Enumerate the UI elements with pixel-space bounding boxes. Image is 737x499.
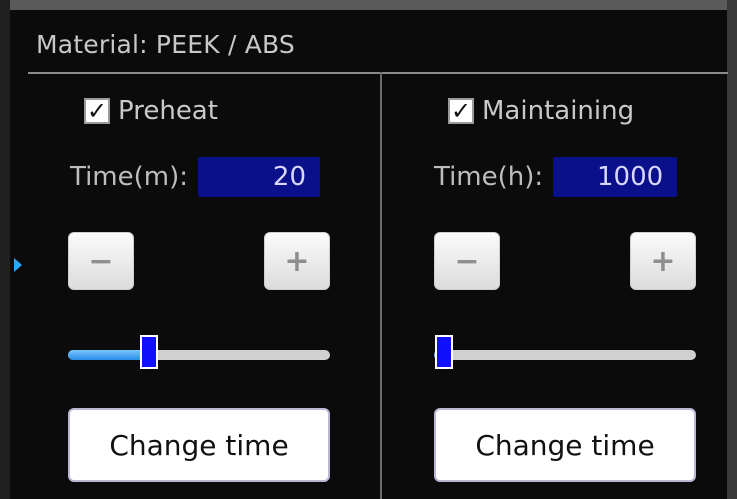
- material-title: Material: PEEK / ABS: [36, 30, 295, 59]
- minus-icon: −: [454, 243, 480, 279]
- maintaining-slider-track: [434, 350, 696, 360]
- maintaining-time-row: Time(h): 1000: [434, 157, 678, 197]
- preheat-slider[interactable]: [68, 335, 330, 369]
- preheat-slider-fill: [68, 350, 150, 360]
- checkmark-icon: ✓: [450, 97, 472, 125]
- left-gutter: [0, 0, 10, 499]
- preheat-change-time-button[interactable]: Change time: [68, 408, 330, 482]
- material-header: Material: PEEK / ABS: [28, 24, 728, 74]
- preheat-time-label: Time(m):: [70, 162, 189, 192]
- maintaining-panel: ✓ Maintaining Time(h): 1000 − + Change t…: [400, 72, 730, 499]
- maintaining-plus-button[interactable]: +: [630, 232, 696, 290]
- maintaining-slider[interactable]: [434, 335, 696, 369]
- preheat-check-row[interactable]: ✓ Preheat: [84, 96, 218, 126]
- plus-icon: +: [650, 243, 676, 279]
- window-frame: Material: PEEK / ABS ✓ Preheat Time(m): …: [0, 0, 737, 499]
- preheat-checkbox[interactable]: ✓: [84, 98, 110, 124]
- preheat-slider-thumb[interactable]: [140, 335, 159, 369]
- checkmark-icon: ✓: [86, 97, 108, 125]
- plus-icon: +: [284, 243, 310, 279]
- panel-divider: [380, 72, 382, 499]
- preheat-plus-button[interactable]: +: [264, 232, 330, 290]
- maintaining-minus-button[interactable]: −: [434, 232, 500, 290]
- preheat-panel: ✓ Preheat Time(m): 20 − + Change time: [30, 72, 360, 499]
- top-border: [0, 0, 737, 10]
- maintaining-label: Maintaining: [482, 96, 635, 126]
- maintaining-change-time-button[interactable]: Change time: [434, 408, 696, 482]
- preheat-time-value[interactable]: 20: [198, 157, 321, 197]
- maintaining-check-row[interactable]: ✓ Maintaining: [448, 96, 634, 126]
- preheat-label: Preheat: [118, 96, 218, 126]
- minus-icon: −: [88, 243, 114, 279]
- side-pointer-icon: [14, 258, 22, 272]
- preheat-minus-button[interactable]: −: [68, 232, 134, 290]
- maintaining-slider-thumb[interactable]: [435, 335, 454, 369]
- maintaining-checkbox[interactable]: ✓: [448, 98, 474, 124]
- preheat-time-row: Time(m): 20: [70, 157, 321, 197]
- maintaining-time-value[interactable]: 1000: [553, 157, 678, 197]
- maintaining-time-label: Time(h):: [434, 162, 544, 192]
